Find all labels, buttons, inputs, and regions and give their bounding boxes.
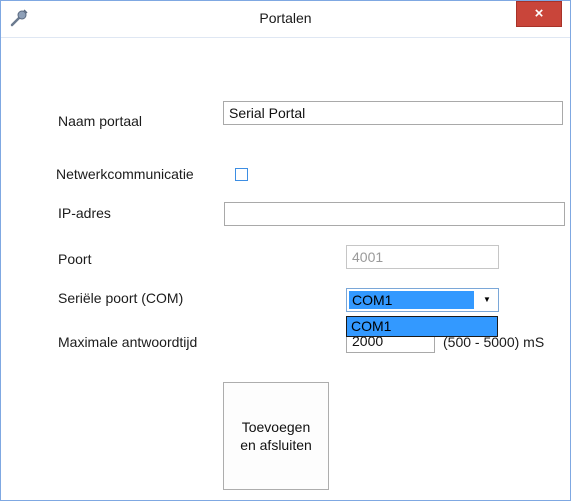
- add-and-close-label-1: Toevoegen: [241, 419, 311, 435]
- window-title: Portalen: [259, 10, 312, 26]
- portalen-dialog: Portalen × Naam portaal Serial Portal Ne…: [0, 0, 571, 501]
- ip-input[interactable]: [224, 202, 565, 226]
- title-bar: Portalen ×: [1, 1, 570, 38]
- port-label: Poort: [58, 251, 92, 267]
- name-input[interactable]: Serial Portal: [223, 101, 563, 125]
- com-label: Seriële poort (COM): [58, 290, 184, 306]
- port-input[interactable]: 4001: [346, 245, 499, 269]
- add-and-close-button[interactable]: Toevoegen en afsluiten: [223, 382, 329, 490]
- network-label: Netwerkcommunicatie: [56, 166, 194, 182]
- timeout-label: Maximale antwoordtijd: [58, 334, 198, 350]
- com-dropdown-option[interactable]: COM1: [346, 316, 498, 337]
- com-select[interactable]: COM1 ▼: [346, 288, 499, 312]
- chevron-down-icon[interactable]: ▼: [476, 289, 498, 311]
- com-selected-value: COM1: [349, 291, 474, 309]
- ip-label: IP-adres: [58, 205, 111, 221]
- add-and-close-label-2: en afsluiten: [240, 437, 312, 453]
- network-checkbox[interactable]: [235, 168, 248, 181]
- close-button[interactable]: ×: [516, 1, 562, 27]
- name-label: Naam portaal: [58, 113, 143, 129]
